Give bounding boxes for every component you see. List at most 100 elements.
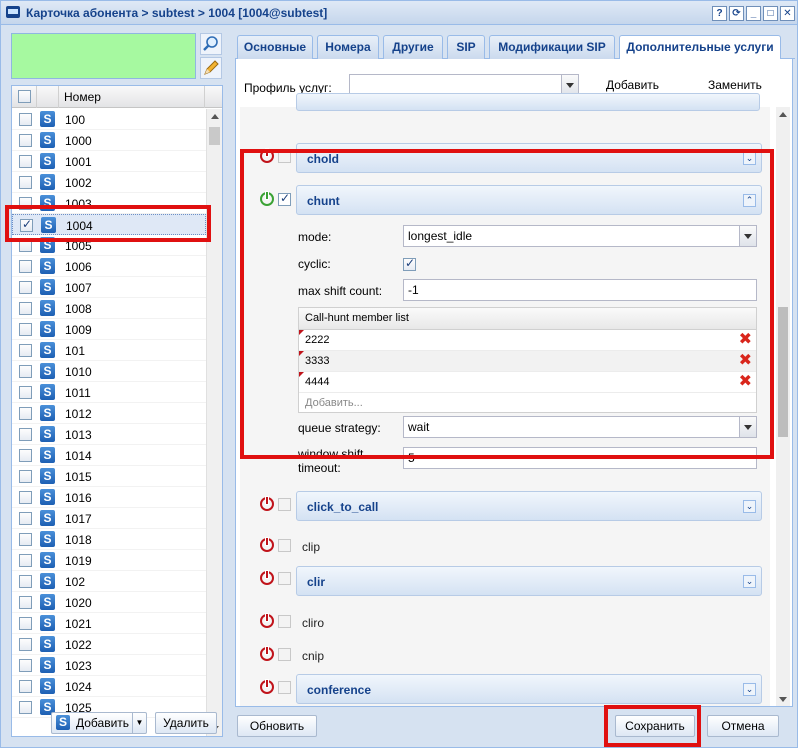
tab-numbers[interactable]: Номера: [317, 35, 379, 59]
row-checkbox[interactable]: [19, 638, 32, 651]
subscriber-row[interactable]: S 1016: [12, 487, 206, 508]
row-checkbox[interactable]: [19, 302, 32, 315]
subscriber-row[interactable]: S 1010: [12, 361, 206, 382]
row-checkbox[interactable]: [19, 617, 32, 630]
search-input[interactable]: [11, 33, 196, 79]
tab-other[interactable]: Другие: [383, 35, 443, 59]
row-checkbox[interactable]: [19, 512, 32, 525]
row-checkbox[interactable]: [19, 134, 32, 147]
subscriber-row[interactable]: S 1015: [12, 466, 206, 487]
cnip-checkbox[interactable]: [278, 648, 291, 661]
row-checkbox[interactable]: [19, 365, 32, 378]
subscriber-row[interactable]: S 1018: [12, 529, 206, 550]
clir-panel-header[interactable]: clir ⌄: [296, 566, 762, 596]
click-to-call-panel-header[interactable]: click_to_call ⌄: [296, 491, 762, 521]
profile-add-button[interactable]: Добавить: [606, 78, 659, 92]
subscriber-row[interactable]: S 1002: [12, 172, 206, 193]
row-checkbox[interactable]: [19, 470, 32, 483]
row-checkbox[interactable]: [19, 575, 32, 588]
subscriber-row[interactable]: S 1019: [12, 550, 206, 571]
subscriber-row[interactable]: S 1009: [12, 319, 206, 340]
subscriber-row[interactable]: S 1024: [12, 676, 206, 697]
cancel-button[interactable]: Отмена: [707, 715, 779, 737]
chevron-down-icon[interactable]: [561, 75, 578, 95]
expand-icon[interactable]: ⌄: [743, 683, 756, 696]
clir-checkbox[interactable]: [278, 572, 291, 585]
row-checkbox[interactable]: [19, 407, 32, 420]
subscriber-row[interactable]: S 1011: [12, 382, 206, 403]
tab-sip[interactable]: SIP: [447, 35, 485, 59]
row-checkbox[interactable]: [19, 491, 32, 504]
subscriber-row[interactable]: S 1017: [12, 508, 206, 529]
row-checkbox[interactable]: [19, 323, 32, 336]
close-icon[interactable]: ✕: [780, 6, 795, 21]
conference-panel-header[interactable]: conference ⌄: [296, 674, 762, 704]
row-checkbox[interactable]: [19, 113, 32, 126]
subscriber-row[interactable]: S 101: [12, 340, 206, 361]
row-checkbox[interactable]: [19, 596, 32, 609]
row-checkbox[interactable]: [19, 659, 32, 672]
subscriber-row[interactable]: S 1013: [12, 424, 206, 445]
scroll-thumb[interactable]: [209, 127, 220, 145]
power-icon[interactable]: [260, 537, 274, 552]
subscriber-row[interactable]: S 100: [12, 109, 206, 130]
maximize-icon[interactable]: □: [763, 6, 778, 21]
tab-sip-modifications[interactable]: Модификации SIP: [489, 35, 615, 59]
row-checkbox[interactable]: [19, 386, 32, 399]
row-checkbox[interactable]: [19, 533, 32, 546]
click-to-call-checkbox[interactable]: [278, 498, 291, 511]
subscriber-row[interactable]: S 1008: [12, 298, 206, 319]
add-dropdown-arrow-icon[interactable]: ▼: [132, 713, 146, 733]
select-all-checkbox[interactable]: [18, 90, 31, 103]
power-icon[interactable]: [260, 646, 274, 661]
subscriber-row[interactable]: S 1014: [12, 445, 206, 466]
services-scrollbar[interactable]: [776, 107, 790, 706]
subscriber-row[interactable]: S 1006: [12, 256, 206, 277]
tab-additional-services[interactable]: Дополнительные услуги: [619, 35, 781, 60]
subscriber-row[interactable]: S 102: [12, 571, 206, 592]
refresh-button[interactable]: Обновить: [237, 715, 317, 737]
conference-checkbox[interactable]: [278, 681, 291, 694]
add-subscriber-button[interactable]: S Добавить ▼: [51, 712, 147, 734]
search-button[interactable]: [200, 33, 222, 55]
row-checkbox[interactable]: [19, 554, 32, 567]
power-icon[interactable]: [260, 496, 274, 511]
subscriber-row[interactable]: S 1023: [12, 655, 206, 676]
scroll-thumb[interactable]: [778, 307, 788, 437]
edit-button[interactable]: [200, 57, 222, 79]
cliro-checkbox[interactable]: [278, 615, 291, 628]
title-bar[interactable]: Карточка абонента > subtest > 1004 [1004…: [1, 1, 797, 25]
column-number-header[interactable]: Номер: [64, 90, 101, 104]
row-checkbox[interactable]: [19, 281, 32, 294]
clir-title: clir: [307, 575, 326, 589]
tab-main[interactable]: Основные: [237, 35, 313, 59]
row-checkbox[interactable]: [19, 680, 32, 693]
subscriber-row[interactable]: S 1020: [12, 592, 206, 613]
profile-replace-button[interactable]: Заменить: [708, 78, 762, 92]
power-icon[interactable]: [260, 613, 274, 628]
row-checkbox[interactable]: [19, 260, 32, 273]
help-icon[interactable]: ?: [712, 6, 727, 21]
list-scrollbar[interactable]: [206, 109, 222, 736]
subscriber-row[interactable]: S 1021: [12, 613, 206, 634]
subscriber-row[interactable]: S 1007: [12, 277, 206, 298]
s-icon: S: [40, 300, 55, 316]
row-checkbox[interactable]: [19, 428, 32, 441]
row-checkbox[interactable]: [19, 176, 32, 189]
power-icon[interactable]: [260, 679, 274, 694]
row-checkbox[interactable]: [19, 701, 32, 714]
row-checkbox[interactable]: [19, 449, 32, 462]
delete-subscriber-button[interactable]: Удалить: [155, 712, 217, 734]
clip-checkbox[interactable]: [278, 539, 291, 552]
subscriber-row[interactable]: S 1000: [12, 130, 206, 151]
expand-icon[interactable]: ⌄: [743, 500, 756, 513]
subscriber-row[interactable]: S 1001: [12, 151, 206, 172]
power-icon[interactable]: [260, 570, 274, 585]
row-checkbox[interactable]: [19, 155, 32, 168]
subscriber-row[interactable]: S 1022: [12, 634, 206, 655]
refresh-icon[interactable]: ⟳: [729, 6, 744, 21]
subscriber-row[interactable]: S 1012: [12, 403, 206, 424]
row-checkbox[interactable]: [19, 344, 32, 357]
expand-icon[interactable]: ⌄: [743, 575, 756, 588]
minimize-icon[interactable]: _: [746, 6, 761, 21]
